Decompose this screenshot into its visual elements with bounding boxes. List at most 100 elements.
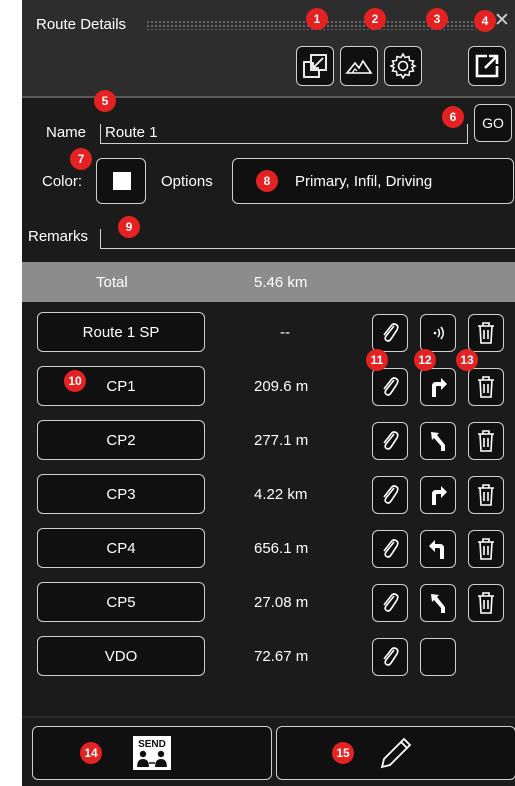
color-label: Color: [42,173,83,190]
callout-badge-13: 13 [456,349,478,371]
list-item: CP2 277.1 m [22,420,515,466]
waypoint-distance: 277.1 m [254,432,309,449]
bear-left-icon [431,594,445,613]
trash-icon [478,592,494,614]
attach-button[interactable] [372,368,408,406]
attach-button[interactable] [372,422,408,460]
color-swatch [113,172,131,190]
trash-icon [478,376,494,398]
waypoint-button[interactable]: Route 1 SP [37,312,205,352]
waypoint-button[interactable]: CP4 [37,528,205,568]
attach-button[interactable] [372,638,408,676]
turn-button[interactable] [420,368,456,406]
send-button[interactable]: SEND [32,726,272,780]
close-icon[interactable]: ✕ [494,10,512,32]
paperclip-icon [383,485,399,504]
turn-right-icon [432,486,447,505]
send-users-icon: SEND [133,736,171,770]
turn-button[interactable] [420,584,456,622]
window-title: Route Details [36,16,127,33]
attach-button[interactable] [372,584,408,622]
name-input[interactable]: Route 1 [100,124,468,144]
callout-badge-1: 1 [306,8,328,30]
list-item: Route 1 SP -- [22,312,515,358]
callout-badge-9: 9 [118,216,140,238]
delete-button[interactable] [468,530,504,568]
send-label: SEND [138,739,166,750]
callout-badge-2: 2 [364,8,386,30]
pencil-icon [380,737,412,769]
delete-button[interactable] [468,476,504,514]
callout-badge-11: 11 [366,349,388,371]
callout-badge-6: 6 [442,106,464,128]
turn-button[interactable] [420,314,456,352]
settings-button[interactable] [384,46,422,86]
waypoint-button[interactable]: CP5 [37,582,205,622]
remarks-input[interactable] [100,229,515,249]
options-label: Options [161,173,213,190]
name-label: Name [46,124,87,141]
waypoint-button[interactable]: CP3 [37,474,205,514]
list-item: CP3 4.22 km [22,474,515,520]
delete-button[interactable] [468,314,504,352]
terrain-button[interactable] [340,46,378,86]
waypoint-button[interactable]: CP1 [37,366,205,406]
turn-right-icon [432,378,447,397]
options-value: Primary, Infil, Driving [295,172,433,190]
export-button[interactable] [468,46,506,86]
total-value: 5.46 km [254,274,308,291]
paperclip-icon [383,377,399,396]
callout-badge-7: 7 [70,148,92,170]
audio-waves-icon [433,326,444,340]
waypoint-button[interactable]: CP2 [37,420,205,460]
callout-badge-14: 14 [80,742,102,764]
waypoint-button[interactable]: VDO [37,636,205,676]
waypoint-distance: 4.22 km [254,486,308,503]
edit-button[interactable] [276,726,515,780]
attach-button[interactable] [372,476,408,514]
waypoint-distance: -- [280,324,290,341]
attach-button[interactable] [372,530,408,568]
list-item: CP1 209.6 m [22,366,515,412]
waypoint-distance: 72.67 m [254,648,309,665]
trash-icon [478,484,494,506]
import-button[interactable] [296,46,334,86]
trash-icon [478,430,494,452]
paperclip-icon [383,323,399,342]
waypoint-distance: 656.1 m [254,540,309,557]
callout-badge-5: 5 [94,90,116,112]
list-item: CP5 27.08 m [22,582,515,628]
total-label: Total [96,274,128,291]
paperclip-icon [383,431,399,450]
delete-button[interactable] [468,368,504,406]
waypoint-distance: 209.6 m [254,378,309,395]
waypoint-distance: 27.08 m [254,594,309,611]
turn-button[interactable] [420,530,456,568]
trash-icon [478,322,494,344]
paperclip-icon [383,593,399,612]
delete-button[interactable] [468,422,504,460]
callout-badge-8: 8 [256,170,278,192]
route-details-panel: Route Details ✕ 1 2 3 4 5 Name Route 1 6… [22,0,515,786]
turn-button[interactable] [420,476,456,514]
go-button[interactable]: GO [474,104,512,142]
footer-divider [22,716,515,718]
attach-button[interactable] [372,314,408,352]
turn-left-icon [429,540,444,559]
paperclip-icon [383,539,399,558]
paperclip-icon [383,647,399,666]
remarks-label: Remarks [28,228,89,245]
list-item: VDO 72.67 m [22,636,515,682]
list-item: CP4 656.1 m [22,528,515,574]
export-icon [475,54,499,78]
turn-button[interactable] [420,422,456,460]
total-row: Total 5.46 km [22,262,515,302]
callout-badge-15: 15 [332,742,354,764]
color-picker-button[interactable] [96,158,146,204]
turn-button[interactable] [420,638,456,676]
callout-badge-10: 10 [64,370,86,392]
import-icon [303,54,327,78]
bear-left-icon [431,432,445,451]
delete-button[interactable] [468,584,504,622]
callout-badge-12: 12 [414,349,436,371]
